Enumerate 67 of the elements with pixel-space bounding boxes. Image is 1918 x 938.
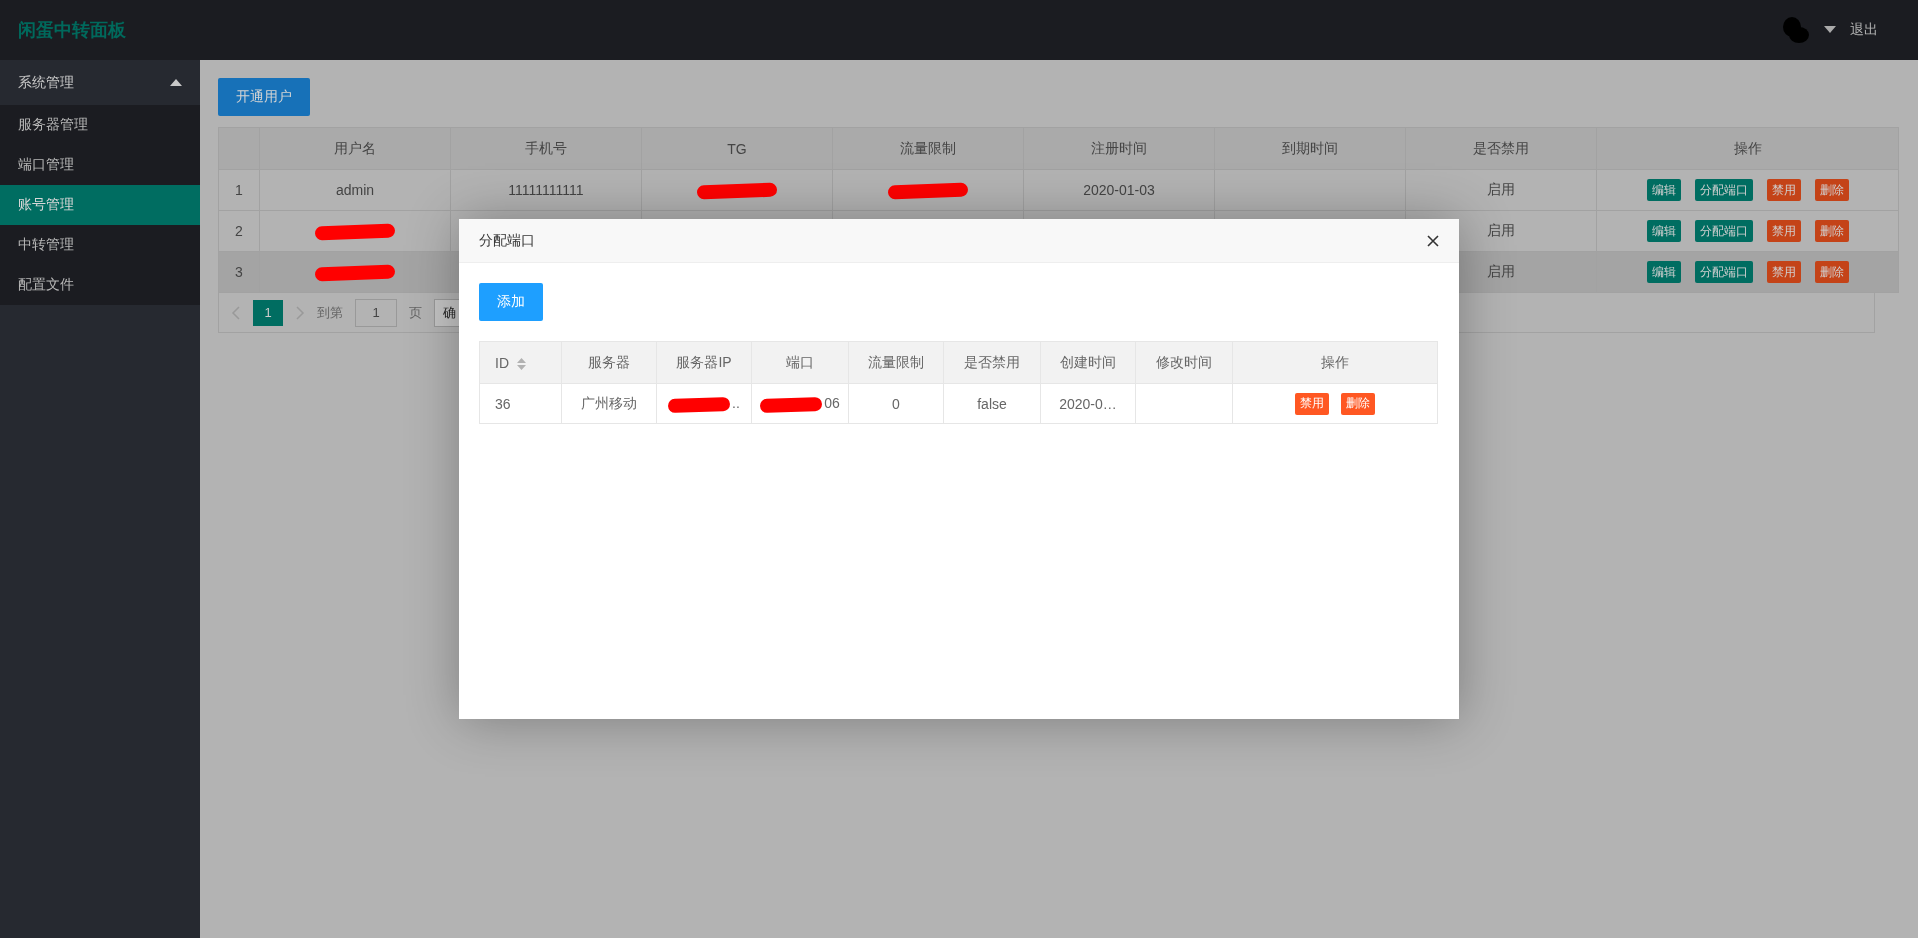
action-button[interactable]: 编辑 <box>1646 261 1681 283</box>
table-cell: .. <box>732 395 740 412</box>
action-button[interactable]: 删除 <box>1814 220 1849 242</box>
table-cell: 广州移动 <box>581 394 637 411</box>
action-button[interactable]: 删除 <box>1341 392 1375 415</box>
action-button[interactable]: 删除 <box>1814 261 1849 283</box>
action-button[interactable]: 分配端口 <box>1694 220 1753 242</box>
column-header: 修改时间 <box>1156 353 1212 370</box>
add-button[interactable]: 添加 <box>479 283 543 321</box>
column-header: 注册时间 <box>1091 139 1147 156</box>
table-cell: 启用 <box>1487 263 1515 279</box>
table-cell: 1 <box>235 182 243 198</box>
action-button[interactable]: 编辑 <box>1646 220 1681 242</box>
column-header: 操作 <box>1321 353 1349 370</box>
sort-icon[interactable] <box>517 357 526 370</box>
table-cell: 11111111111 <box>508 182 584 198</box>
column-header: 服务器IP <box>676 353 732 370</box>
table-cell: 2020-0… <box>1059 395 1117 412</box>
column-header: 用户名 <box>334 139 376 156</box>
column-header: 操作 <box>1733 139 1762 156</box>
column-header: 是否禁用 <box>964 353 1020 370</box>
table-cell: 2020-01-03 <box>1083 182 1155 198</box>
avatar-icon <box>1782 16 1810 44</box>
table-cell: 36 <box>495 395 511 412</box>
table-cell: admin <box>335 182 375 198</box>
column-header: 手机号 <box>525 139 567 156</box>
column-header: 端口 <box>786 353 814 370</box>
action-button[interactable]: 删除 <box>1814 179 1849 201</box>
action-button[interactable]: 分配端口 <box>1694 261 1753 283</box>
action-button[interactable]: 禁用 <box>1766 261 1801 283</box>
table-cell: 启用 <box>1487 181 1515 197</box>
page-unit: 页 <box>409 303 422 322</box>
goto-label: 到第 <box>317 303 343 322</box>
action-button[interactable]: 禁用 <box>1295 392 1329 415</box>
column-header: 是否禁用 <box>1473 139 1529 156</box>
column-header: 到期时间 <box>1282 139 1338 156</box>
previous-page-icon[interactable] <box>231 305 241 320</box>
action-button[interactable]: 分配端口 <box>1694 179 1753 201</box>
table-cell: 06 <box>824 395 840 412</box>
caret-icon[interactable] <box>1824 26 1836 34</box>
table-cell: 2 <box>235 223 243 239</box>
sidebar-item[interactable]: 端口管理 <box>0 145 200 185</box>
close-icon[interactable] <box>1427 234 1439 247</box>
action-button[interactable]: 编辑 <box>1646 179 1681 201</box>
sidebar-item[interactable]: 服务器管理 <box>0 105 200 145</box>
next-page-icon[interactable] <box>295 305 305 320</box>
column-header: TG <box>727 140 747 157</box>
action-button[interactable]: 禁用 <box>1766 220 1801 242</box>
column-header: 创建时间 <box>1060 353 1116 370</box>
column-header: 流量限制 <box>868 353 924 370</box>
column-header: 流量限制 <box>900 139 956 156</box>
table-cell: 0 <box>892 395 900 412</box>
logout-link[interactable]: 退出 <box>1850 21 1900 39</box>
table-cell: 启用 <box>1487 222 1515 238</box>
table-cell: false <box>977 395 1007 412</box>
sidebar-item[interactable]: 配置文件 <box>0 265 200 305</box>
column-header: 服务器 <box>588 353 630 370</box>
page-input[interactable]: 1 <box>355 298 397 327</box>
column-header: ID <box>495 354 509 371</box>
app-title: 闲蛋中转面板 <box>18 19 126 42</box>
dialog-title: 分配端口 <box>479 231 535 250</box>
open-user-button[interactable]: 开通用户 <box>218 78 310 116</box>
page-button[interactable]: 1 <box>253 299 283 326</box>
sidebar-item[interactable]: 账号管理 <box>0 185 200 225</box>
sidebar-item[interactable]: 中转管理 <box>0 225 200 265</box>
action-button[interactable]: 禁用 <box>1766 179 1801 201</box>
table-cell: 3 <box>235 264 243 280</box>
